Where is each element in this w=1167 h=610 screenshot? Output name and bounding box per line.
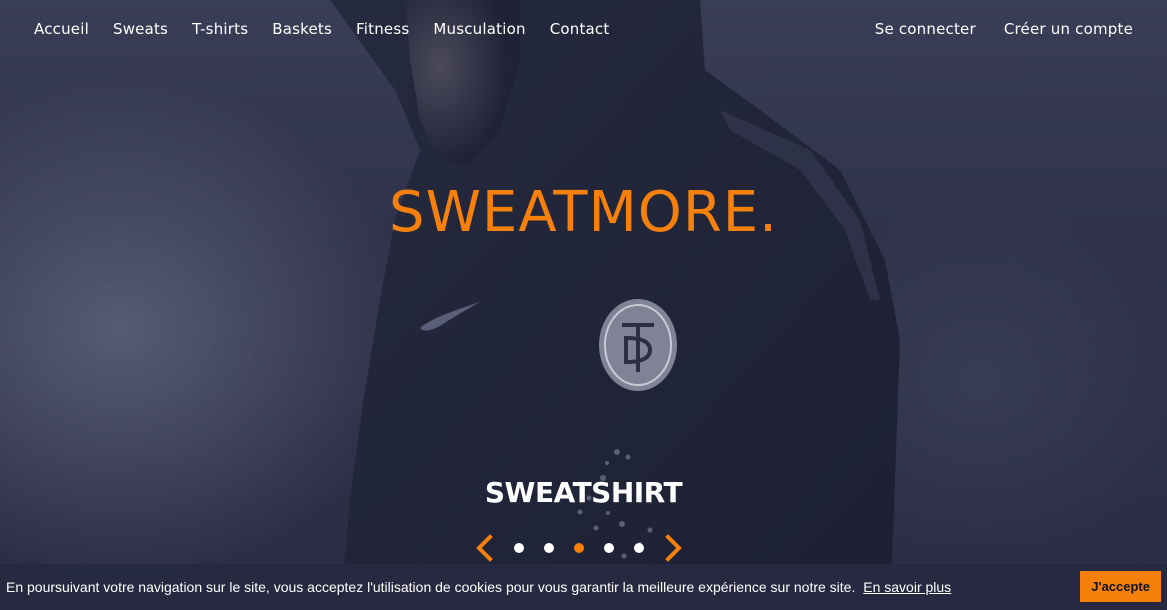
carousel-prev-button[interactable]: [472, 533, 496, 563]
cookie-accept-button[interactable]: J'accepte: [1080, 570, 1161, 602]
carousel-dot[interactable]: [544, 543, 554, 553]
nav-link-contact[interactable]: Contact: [550, 20, 610, 38]
register-link[interactable]: Créer un compte: [1004, 20, 1133, 38]
nav-link-accueil[interactable]: Accueil: [34, 20, 89, 38]
main-menu: Accueil Sweats T-shirts Baskets Fitness …: [34, 20, 633, 38]
chevron-right-icon: [665, 534, 682, 562]
hero-headline: SWEATMORE.: [389, 180, 778, 245]
nav-link-sweats[interactable]: Sweats: [113, 20, 168, 38]
carousel-dots: [504, 543, 654, 553]
account-menu: Se connecter Créer un compte: [847, 20, 1133, 38]
hero-banner: Accueil Sweats T-shirts Baskets Fitness …: [0, 0, 1167, 610]
carousel-controls: [472, 533, 686, 563]
badge-logo-icon: [599, 299, 677, 391]
nav-link-tshirts[interactable]: T-shirts: [192, 20, 248, 38]
cookie-message: En poursuivant votre navigation sur le s…: [6, 579, 951, 595]
carousel-dot[interactable]: [574, 543, 584, 553]
carousel-dot[interactable]: [514, 543, 524, 553]
chevron-left-icon: [476, 534, 493, 562]
cookie-banner: En poursuivant votre navigation sur le s…: [0, 564, 1167, 610]
nav-link-fitness[interactable]: Fitness: [356, 20, 409, 38]
nav-link-musculation[interactable]: Musculation: [433, 20, 525, 38]
carousel-dot[interactable]: [634, 543, 644, 553]
carousel-dot[interactable]: [604, 543, 614, 553]
cookie-text: En poursuivant votre navigation sur le s…: [6, 579, 856, 595]
login-link[interactable]: Se connecter: [875, 20, 976, 38]
hooded-figure-image: [330, 0, 900, 610]
cookie-learn-more-link[interactable]: En savoir plus: [863, 579, 951, 595]
top-navigation: Accueil Sweats T-shirts Baskets Fitness …: [0, 0, 1167, 58]
carousel-next-button[interactable]: [662, 533, 686, 563]
nav-link-baskets[interactable]: Baskets: [272, 20, 332, 38]
slide-title: SWEATSHIRT: [484, 476, 683, 509]
